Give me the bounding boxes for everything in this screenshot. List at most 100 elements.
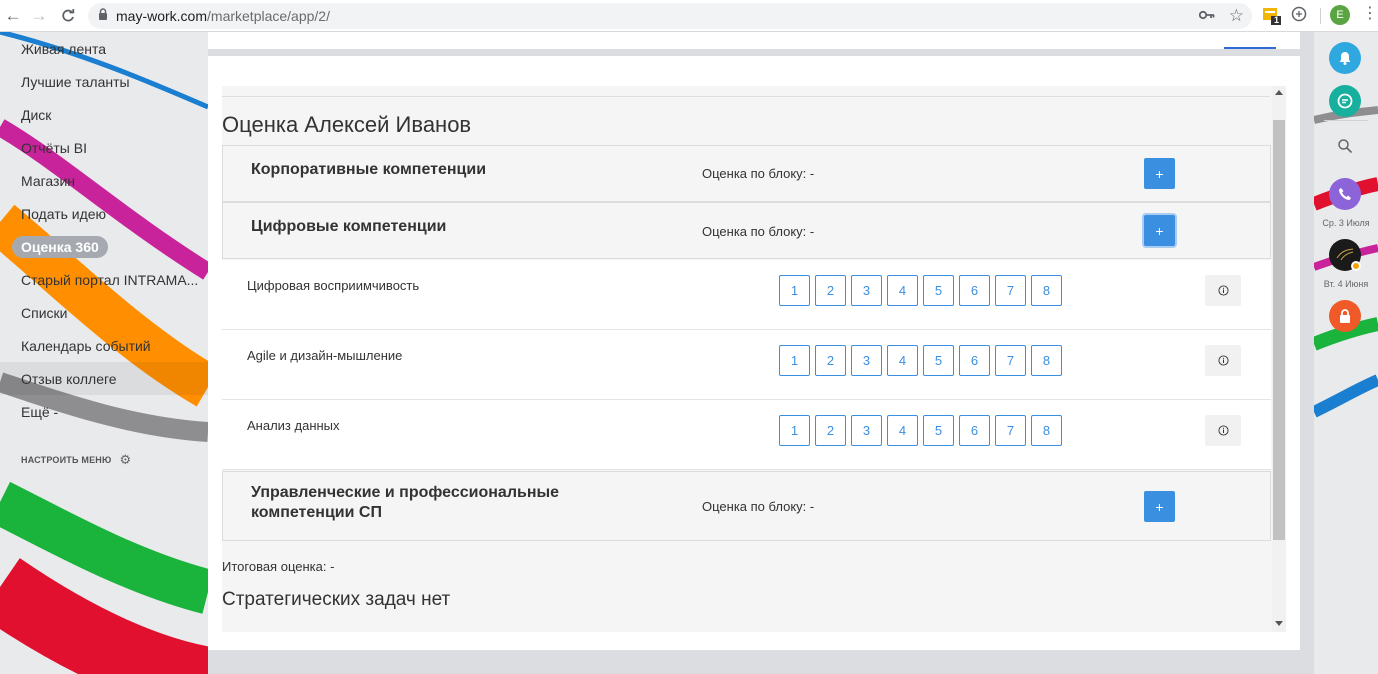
score-button[interactable]: 2 [815, 415, 846, 446]
info-icon[interactable] [1205, 415, 1241, 446]
status-badge [1351, 261, 1361, 271]
score-button[interactable]: 4 [887, 345, 918, 376]
clock-extension-icon[interactable] [1291, 6, 1307, 22]
gear-icon: ⚙ [119, 452, 132, 467]
total-score: Итоговая оценка: - [222, 559, 335, 574]
chat-avatar[interactable] [1329, 239, 1361, 271]
back-icon[interactable]: ← [2, 5, 24, 27]
score-button[interactable]: 8 [1031, 345, 1062, 376]
configure-menu-link[interactable]: НАСТРОИТЬ МЕНЮ ⚙ [21, 452, 131, 468]
forward-icon[interactable]: → [28, 5, 50, 27]
scrollbar-thumb[interactable] [1273, 120, 1285, 540]
left-sidebar: Живая лента Лучшие таланты Диск Отчёты B… [0, 32, 208, 674]
score-button[interactable]: 3 [851, 345, 882, 376]
score-button[interactable]: 5 [923, 345, 954, 376]
score-buttons: 1 2 3 4 5 6 7 8 [779, 275, 1062, 306]
competency-row: Agile и дизайн-мышление 1 2 3 4 5 6 7 8 [222, 330, 1271, 400]
competency-block: Управленческие и профессиональные компет… [222, 471, 1271, 541]
score-button[interactable]: 8 [1031, 275, 1062, 306]
sidebar-item-talents[interactable]: Лучшие таланты [0, 65, 208, 98]
expand-block-button[interactable]: + [1144, 491, 1175, 522]
competency-label: Agile и дизайн-мышление [247, 348, 403, 363]
toolbar-divider [1320, 8, 1321, 24]
sidebar-item-disk[interactable]: Диск [0, 98, 208, 131]
block-title: Корпоративные компетенции [251, 161, 487, 178]
decorative-waves [1314, 106, 1378, 418]
evaluation-frame: Оценка Алексей Иванов Корпоративные комп… [222, 86, 1272, 632]
score-button[interactable]: 6 [959, 415, 990, 446]
sidebar-item-old-portal[interactable]: Старый портал INTRAMA... [0, 263, 208, 296]
score-button[interactable]: 7 [995, 345, 1026, 376]
scroll-up-icon[interactable] [1275, 90, 1283, 95]
score-button[interactable]: 3 [851, 415, 882, 446]
browser-menu-icon[interactable]: ⋮ [1362, 5, 1378, 23]
sidebar-item-label: Списки [21, 304, 68, 321]
lock-icon[interactable] [1329, 300, 1361, 332]
score-button[interactable]: 1 [779, 345, 810, 376]
competency-label: Цифровая восприимчивость [247, 278, 420, 293]
sidebar-item-more[interactable]: Ещё - [0, 395, 208, 428]
sidebar-item-label: Живая лента [21, 40, 107, 57]
sidebar-item-lists[interactable]: Списки [0, 296, 208, 329]
score-button[interactable]: 6 [959, 275, 990, 306]
sidebar-item-calendar[interactable]: Календарь событий [0, 329, 208, 362]
block-title-line2: компетенции СП [251, 504, 382, 521]
score-button[interactable]: 1 [779, 275, 810, 306]
configure-menu-label: НАСТРОИТЬ МЕНЮ [21, 455, 112, 465]
scrollbar[interactable] [1272, 86, 1286, 632]
competency-row: Анализ данных 1 2 3 4 5 6 7 8 [222, 400, 1271, 470]
score-button[interactable]: 2 [815, 275, 846, 306]
block-title: Управленческие и профессиональные [251, 484, 560, 501]
score-button[interactable]: 2 [815, 345, 846, 376]
sidebar-item-feedback[interactable]: Отзыв коллеге [0, 362, 208, 395]
profile-avatar[interactable]: E [1330, 5, 1350, 25]
score-buttons: 1 2 3 4 5 6 7 8 [779, 415, 1062, 446]
reload-icon[interactable] [57, 5, 79, 27]
sidebar-item-label: Отчёты BI [21, 139, 87, 156]
chat-icon[interactable] [1329, 85, 1361, 117]
block-score: Оценка по блоку: - [702, 166, 815, 181]
score-button[interactable]: 5 [923, 415, 954, 446]
score-button[interactable]: 4 [887, 275, 918, 306]
info-icon[interactable] [1205, 345, 1241, 376]
sidebar-item-store[interactable]: Магазин [0, 164, 208, 197]
competency-block: Цифровые компетенции Оценка по блоку: - … [222, 202, 1271, 259]
key-icon[interactable] [1198, 7, 1215, 25]
profile-initial: E [1336, 9, 1344, 21]
sidebar-item-label: Оценка 360 [12, 235, 108, 258]
sidebar-item-label: Диск [21, 106, 52, 123]
expand-block-button[interactable]: + [1144, 158, 1175, 189]
extension-badge: 1 [1274, 15, 1280, 25]
sidebar-item-label: Старый портал INTRAMA... [21, 271, 199, 288]
sidebar-item-label: Ещё - [21, 403, 59, 420]
address-bar[interactable]: may-work.com/marketplace/app/2/ ☆ [88, 3, 1252, 29]
expand-block-button[interactable]: + [1144, 215, 1175, 246]
score-button[interactable]: 3 [851, 275, 882, 306]
sidebar-item-label: Отзыв коллеге [21, 370, 117, 387]
score-button[interactable]: 5 [923, 275, 954, 306]
strategic-tasks-heading: Стратегических задач нет [222, 589, 451, 610]
star-icon[interactable]: ☆ [1229, 7, 1244, 24]
search-icon[interactable] [1329, 130, 1361, 162]
url-text: may-work.com/marketplace/app/2/ [116, 8, 330, 24]
score-button[interactable]: 1 [779, 415, 810, 446]
sidebar-item-feed[interactable]: Живая лента [0, 32, 208, 65]
notifications-bell-icon[interactable] [1329, 42, 1361, 74]
score-button[interactable]: 6 [959, 345, 990, 376]
lock-icon [98, 7, 108, 25]
main-header-strip [208, 32, 1300, 49]
score-button[interactable]: 7 [995, 415, 1026, 446]
competency-row: Цифровая восприимчивость 1 2 3 4 5 6 7 8 [222, 260, 1271, 330]
sidebar-item-bi-reports[interactable]: Отчёты BI [0, 131, 208, 164]
sidebar-item-idea[interactable]: Подать идею [0, 197, 208, 230]
score-button[interactable]: 4 [887, 415, 918, 446]
chat-date: Вт. 4 Июня [1323, 279, 1369, 289]
call-icon[interactable] [1329, 178, 1361, 210]
sidebar-item-evaluation-360[interactable]: Оценка 360 [0, 230, 208, 263]
score-button[interactable]: 7 [995, 275, 1026, 306]
score-button[interactable]: 8 [1031, 415, 1062, 446]
info-icon[interactable] [1205, 275, 1241, 306]
scroll-down-icon[interactable] [1275, 621, 1283, 626]
call-date: Ср. 3 Июля [1322, 218, 1370, 228]
extension-icon[interactable]: 1 [1262, 6, 1282, 26]
